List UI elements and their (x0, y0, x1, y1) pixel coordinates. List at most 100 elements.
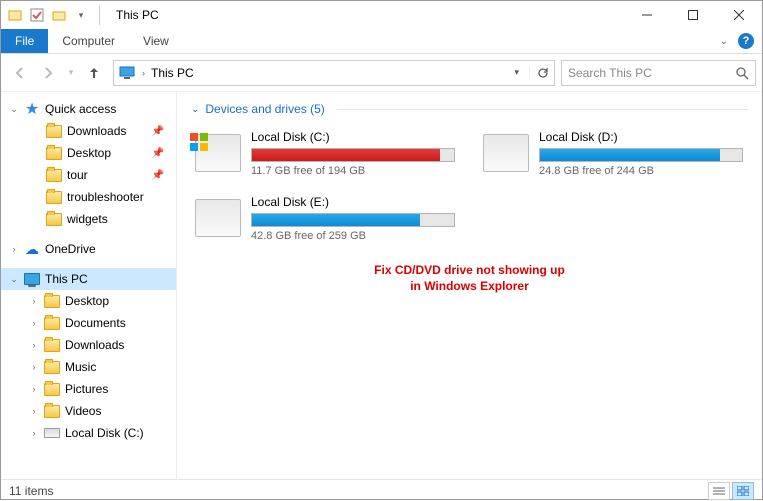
address-history-dropdown-icon[interactable]: ▾ (514, 67, 519, 78)
expand-icon[interactable]: › (29, 384, 39, 394)
recent-dropdown-icon[interactable]: ▾ (63, 59, 79, 87)
back-button[interactable] (7, 59, 33, 87)
folder-icon (43, 314, 61, 332)
expand-icon[interactable]: › (29, 428, 39, 438)
drive-name: Local Disk (C:) (251, 130, 455, 144)
sidebar-label: This PC (45, 272, 88, 286)
sidebar-item-music[interactable]: › Music (1, 356, 176, 378)
tab-computer[interactable]: Computer (48, 29, 129, 53)
drive-usage-bar (251, 148, 455, 162)
status-text: 11 items (9, 484, 53, 498)
pc-icon (23, 270, 41, 288)
sidebar-item-tour[interactable]: tour 📌 (1, 164, 176, 186)
sidebar-item-label: Music (65, 360, 96, 374)
close-button[interactable] (716, 1, 762, 29)
sidebar-item-widgets[interactable]: widgets (1, 208, 176, 230)
drive-usage-bar (539, 148, 743, 162)
address-input[interactable]: › This PC ▾ (113, 60, 555, 86)
qat-dropdown-icon[interactable]: ▾ (73, 7, 89, 23)
maximize-button[interactable] (670, 1, 716, 29)
expand-icon[interactable]: › (9, 244, 19, 254)
sidebar-item-label: widgets (67, 212, 108, 226)
forward-button[interactable] (35, 59, 61, 87)
pin-icon: 📌 (152, 148, 164, 159)
sidebar-item-downloads-pc[interactable]: › Downloads (1, 334, 176, 356)
drive-free-text: 42.8 GB free of 259 GB (251, 230, 455, 242)
expand-icon[interactable]: › (29, 296, 39, 306)
sidebar-item-pictures[interactable]: › Pictures (1, 378, 176, 400)
file-tab[interactable]: File (1, 29, 48, 53)
sidebar-item-label: Videos (65, 404, 101, 418)
qat-new-folder-icon[interactable] (51, 7, 67, 23)
sidebar[interactable]: ⌄ ★ Quick access Downloads 📌 Desktop 📌 t… (1, 92, 177, 479)
drive-icon (43, 424, 61, 442)
sidebar-item-label: troubleshooter (67, 190, 144, 204)
content-pane[interactable]: ⌄ Devices and drives (5) Local Disk (C:)… (177, 92, 762, 479)
search-box[interactable] (561, 60, 756, 86)
sidebar-item-label: Desktop (65, 294, 109, 308)
folder-icon (45, 210, 63, 228)
folder-icon (43, 358, 61, 376)
sidebar-item-label: Downloads (65, 338, 124, 352)
overlay-line: in Windows Explorer (177, 278, 762, 294)
ribbon: File Computer View ⌄ ? (1, 29, 762, 54)
sidebar-item-videos[interactable]: › Videos (1, 400, 176, 422)
folder-icon (43, 336, 61, 354)
sidebar-item-label: Pictures (65, 382, 108, 396)
search-icon[interactable] (735, 66, 749, 80)
drive-free-text: 11.7 GB free of 194 GB (251, 165, 455, 177)
drive-icon (195, 199, 241, 237)
help-icon[interactable]: ? (738, 33, 754, 49)
drive-name: Local Disk (D:) (539, 130, 743, 144)
sidebar-item-label: tour (67, 168, 88, 182)
tiles-view-button[interactable] (732, 482, 754, 500)
drive-usage-bar (251, 213, 455, 227)
folder-icon (45, 144, 63, 162)
drive-icon (195, 134, 241, 172)
details-view-button[interactable] (708, 482, 730, 500)
sidebar-label: Quick access (45, 102, 116, 116)
breadcrumb[interactable]: This PC (151, 66, 194, 80)
expand-icon[interactable]: › (29, 362, 39, 372)
drive-item[interactable]: Local Disk (D:) 24.8 GB free of 244 GB (479, 126, 747, 181)
folder-icon (45, 188, 63, 206)
app-icon (7, 7, 23, 23)
expand-icon[interactable]: › (29, 340, 39, 350)
folder-icon (45, 166, 63, 184)
address-bar: ▾ › This PC ▾ (1, 54, 762, 92)
breadcrumb-chevron-icon[interactable]: › (142, 68, 145, 78)
expand-ribbon-icon[interactable]: ⌄ (720, 36, 728, 47)
sidebar-this-pc[interactable]: ⌄ This PC (1, 268, 176, 290)
group-title: Devices and drives (5) (205, 102, 324, 116)
minimize-button[interactable] (624, 1, 670, 29)
expand-icon[interactable]: ⌄ (9, 104, 19, 115)
overlay-line: Fix CD/DVD drive not showing up (177, 262, 762, 278)
up-button[interactable] (81, 59, 107, 87)
sidebar-item-label: Downloads (67, 124, 126, 138)
sidebar-item-documents[interactable]: › Documents (1, 312, 176, 334)
drive-item[interactable]: Local Disk (C:) 11.7 GB free of 194 GB (191, 126, 459, 181)
sidebar-item-downloads[interactable]: Downloads 📌 (1, 120, 176, 142)
pin-icon: 📌 (152, 170, 164, 181)
search-input[interactable] (568, 66, 735, 80)
star-icon: ★ (23, 100, 41, 118)
expand-icon[interactable]: › (29, 406, 39, 416)
pc-icon (118, 64, 136, 82)
chevron-down-icon: ⌄ (191, 104, 199, 115)
sidebar-quick-access[interactable]: ⌄ ★ Quick access (1, 98, 176, 120)
sidebar-item-local-disk-c[interactable]: › Local Disk (C:) (1, 422, 176, 444)
sidebar-item-desktop-pc[interactable]: › Desktop (1, 290, 176, 312)
sidebar-onedrive[interactable]: › ☁ OneDrive (1, 238, 176, 260)
drive-free-text: 24.8 GB free of 244 GB (539, 165, 743, 177)
qat-properties-icon[interactable] (29, 7, 45, 23)
group-header-devices[interactable]: ⌄ Devices and drives (5) (191, 102, 748, 116)
sidebar-item-label: Documents (65, 316, 126, 330)
expand-icon[interactable]: › (29, 318, 39, 328)
tab-view[interactable]: View (129, 29, 183, 53)
sidebar-label: OneDrive (45, 242, 96, 256)
refresh-button[interactable] (529, 66, 550, 80)
expand-icon[interactable]: ⌄ (9, 274, 19, 285)
sidebar-item-desktop[interactable]: Desktop 📌 (1, 142, 176, 164)
drive-item[interactable]: Local Disk (E:)42.8 GB free of 259 GB (191, 191, 459, 246)
sidebar-item-troubleshooter[interactable]: troubleshooter (1, 186, 176, 208)
